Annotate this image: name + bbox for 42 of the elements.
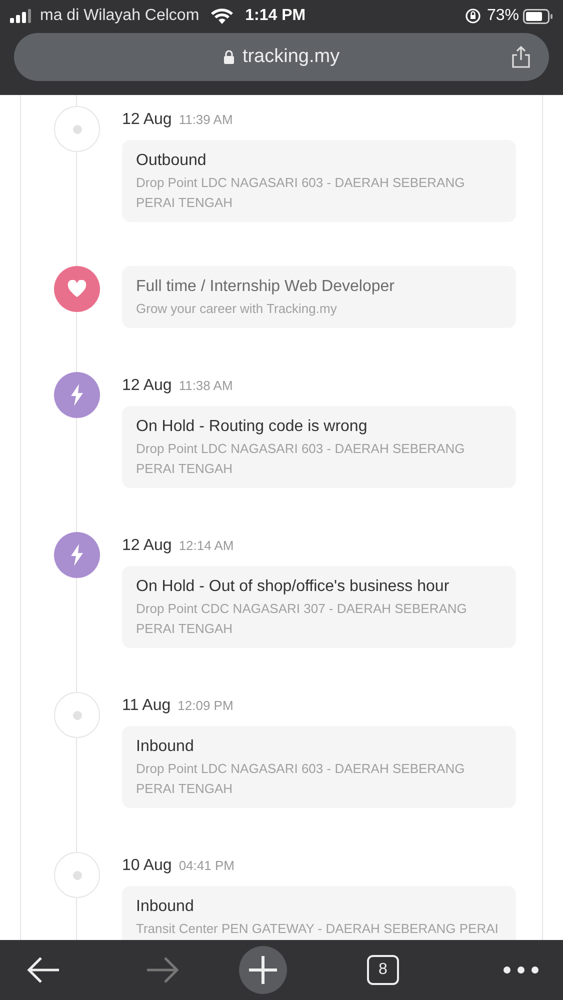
new-tab-button[interactable]	[239, 946, 287, 994]
battery-icon	[523, 8, 553, 24]
event-time: 12:09 PM	[178, 697, 234, 715]
event-date: 11 Aug	[122, 696, 171, 716]
card-title: On Hold - Routing code is wrong	[136, 417, 368, 437]
event-date: 10 Aug	[122, 856, 172, 876]
more-icon	[503, 966, 539, 974]
back-arrow-icon	[27, 956, 61, 984]
plus-icon	[247, 954, 279, 986]
card-description: Drop Point LDC NAGASARI 603 - DAERAH SEBERANG PERAI TENGAH	[136, 440, 466, 478]
card-description: Drop Point CDC NAGASARI 307 - DAERAH SEBERANG PERAI TENGAH	[136, 600, 468, 638]
forward-arrow-icon	[145, 956, 179, 984]
job-ad-card[interactable]: Full time / Internship Web Developer Grow your career with Tracking.my	[122, 266, 516, 328]
event-date: 12 Aug	[122, 536, 172, 556]
card-title: Inbound	[136, 897, 195, 917]
event-date: 12 Aug	[122, 110, 172, 130]
card-title: On Hold - Out of shop/office's business hour	[136, 577, 450, 597]
signal-icon	[10, 9, 32, 23]
card-title: Inbound	[136, 737, 195, 757]
event-date: 12 Aug	[122, 376, 172, 396]
lightning-icon	[54, 372, 100, 418]
wifi-icon	[211, 8, 234, 24]
card-description: Transit Center PEN GATEWAY - DAERAH SEBERANG PERAI	[136, 920, 500, 938]
card-description: Grow your career with Tracking.my	[136, 300, 338, 318]
event-time: 11:39 AM	[178, 111, 233, 129]
tabs-button[interactable]: 8	[367, 955, 399, 985]
event-time: 12:14 AM	[178, 537, 234, 555]
card-description: Drop Point LDC NAGASARI 603 - DAERAH SEBERANG PERAI TENGAH	[136, 760, 466, 798]
card-description: Drop Point LDC NAGASARI 603 - DAERAH SEBERANG PERAI TENGAH	[136, 174, 466, 212]
card-title: Full time / Internship Web Developer	[136, 277, 396, 297]
share-icon	[511, 45, 532, 69]
battery-percent: 73%	[486, 6, 519, 26]
lock-icon	[223, 50, 236, 64]
address-bar[interactable]: tracking.my	[14, 33, 549, 81]
url-text: tracking.my	[242, 44, 340, 69]
event-time: 11:38 AM	[178, 377, 233, 395]
event-time: 04:41 PM	[178, 857, 234, 875]
card-title: Outbound	[136, 151, 208, 171]
clock-time: 1:14 PM	[245, 6, 306, 26]
lightning-icon	[54, 532, 100, 578]
rotation-lock-icon	[464, 8, 481, 24]
carrier-name: ma di Wilayah Celcom	[40, 6, 200, 26]
